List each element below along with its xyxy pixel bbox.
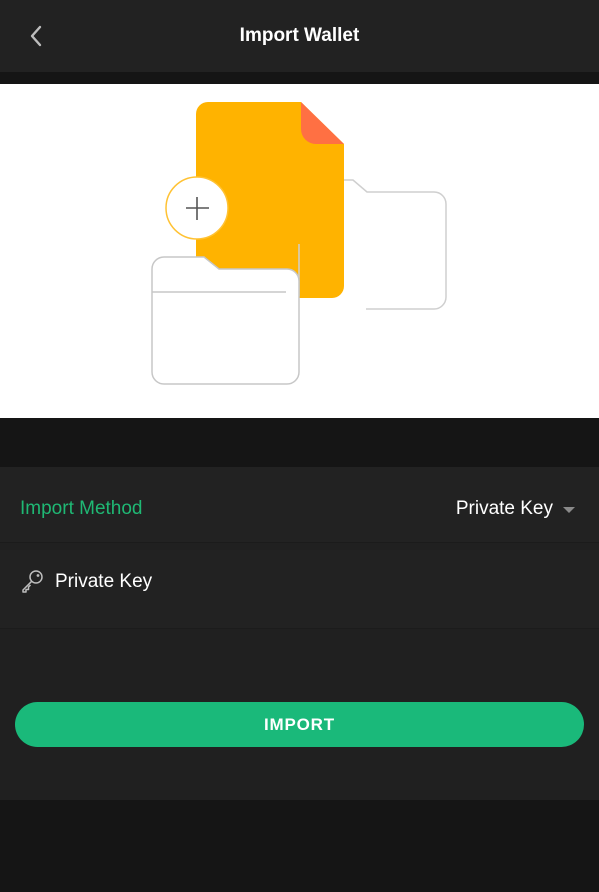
chevron-left-icon — [30, 25, 42, 47]
private-key-row — [0, 550, 599, 629]
import-button[interactable]: IMPORT — [15, 702, 584, 747]
import-illustration — [0, 84, 599, 418]
key-icon — [22, 570, 43, 593]
import-method-dropdown[interactable]: Private Key — [456, 467, 575, 550]
private-key-input[interactable] — [55, 568, 575, 596]
import-method-value: Private Key — [455, 497, 553, 519]
header: Import Wallet — [0, 0, 599, 72]
import-method-label: Import Method — [20, 497, 143, 519]
page-title: Import Wallet — [239, 25, 360, 46]
back-button[interactable] — [20, 20, 52, 52]
caret-down-icon — [563, 506, 575, 513]
import-form: Import Method Private Key IMPORT — [0, 467, 599, 800]
import-method-row: Import Method Private Key — [0, 467, 599, 543]
document-folder-illustration — [151, 102, 447, 385]
